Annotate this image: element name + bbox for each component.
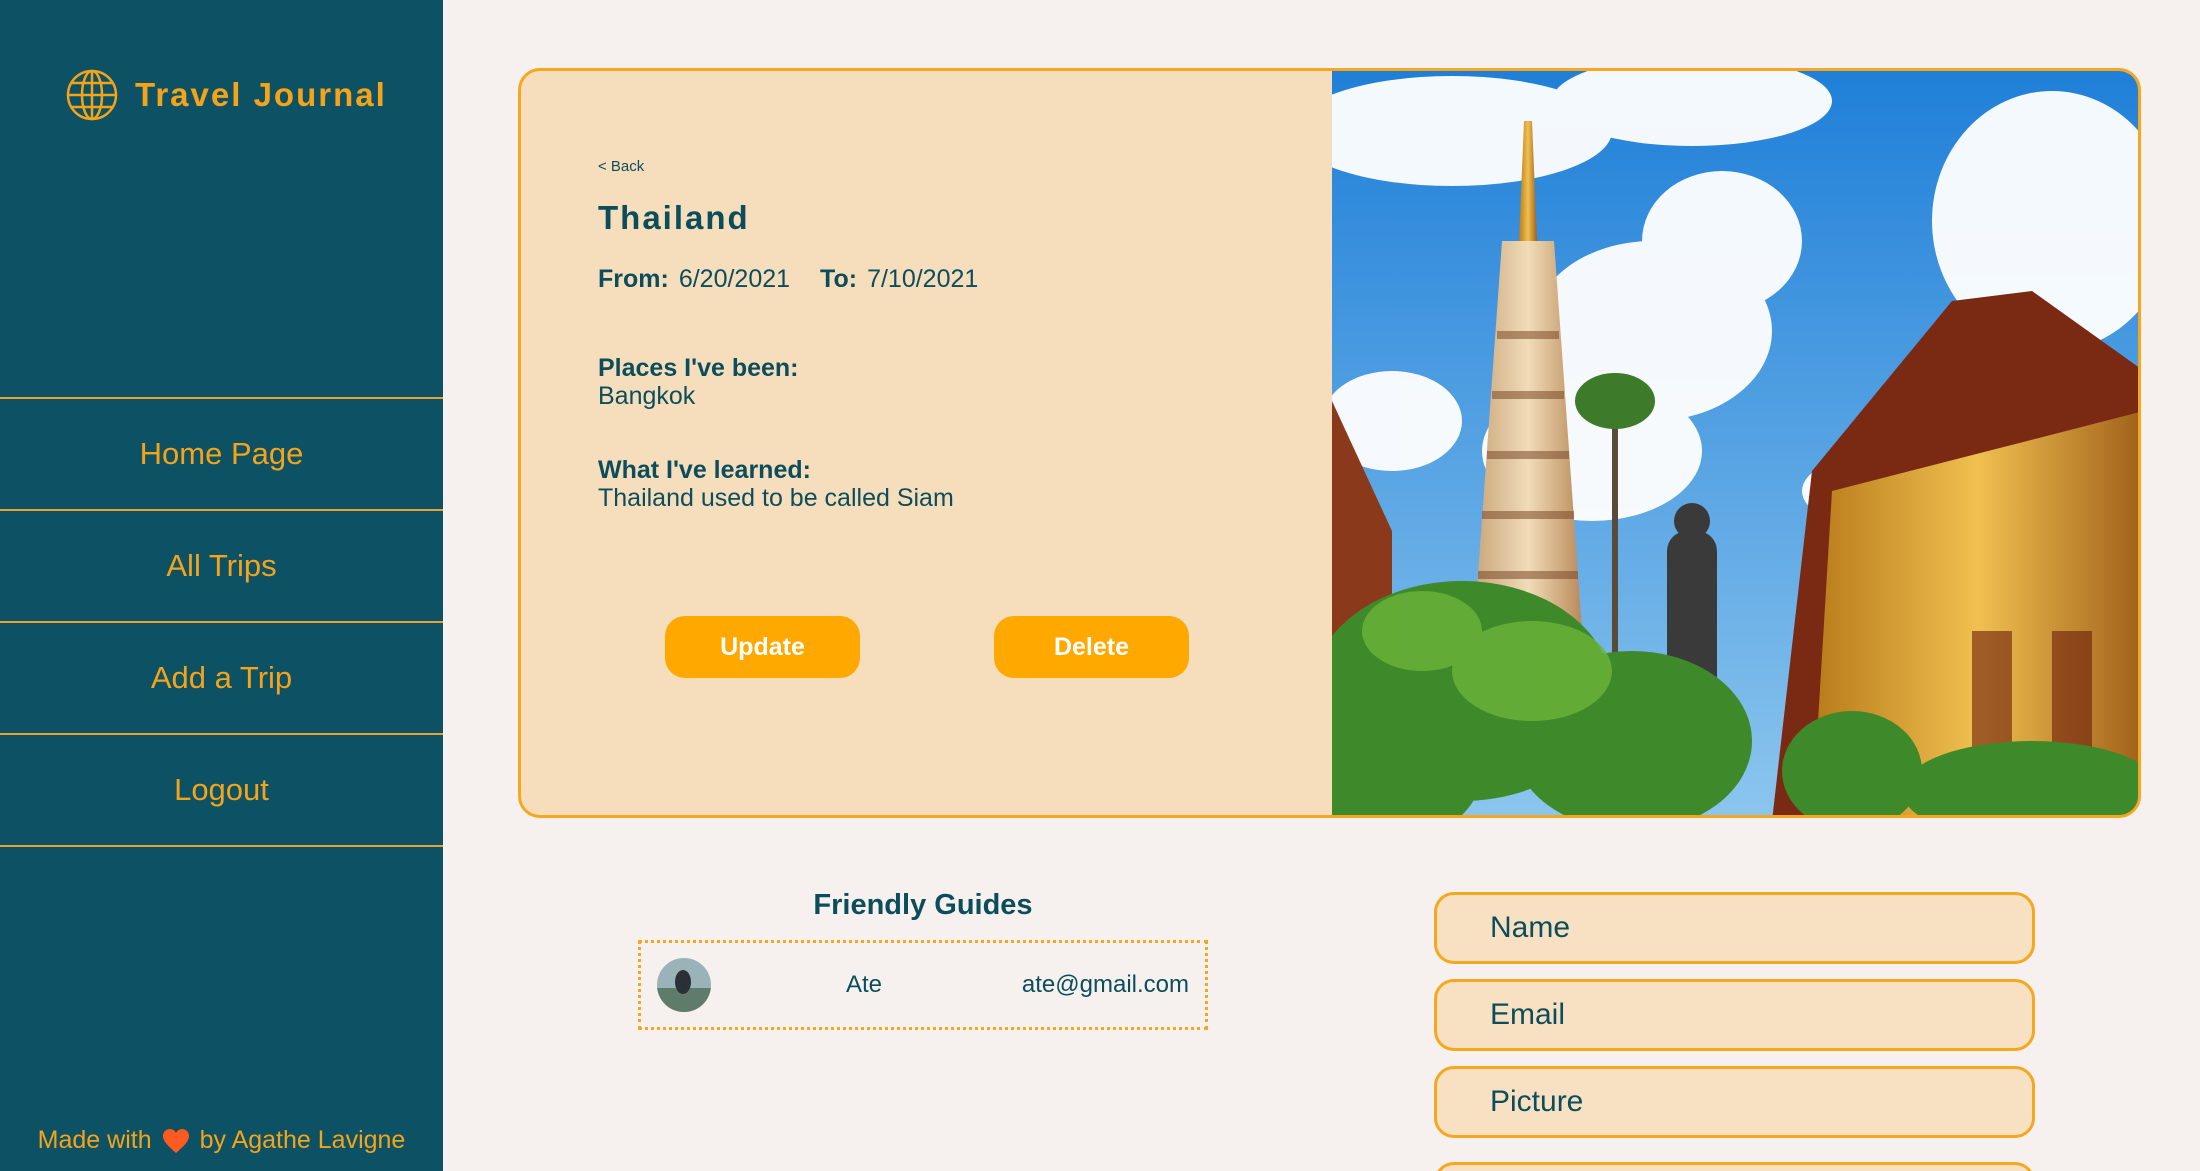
trip-card: < Back Thailand From: 6/20/2021 To: 7/10… [518,68,2141,818]
sidebar-nav: Home Page All Trips Add a Trip Logout [0,397,443,847]
learned-label: What I've learned: [598,456,811,484]
guide-name: Ate [846,971,883,998]
trip-dates: From: 6/20/2021 To: 7/10/2021 [598,265,978,294]
brand[interactable]: Travel Journal [65,68,387,122]
footer-prefix: Made with [37,1126,152,1154]
nav-item-home[interactable]: Home Page [0,399,443,511]
footer-credit: Made with by Agathe Lavigne [0,1126,443,1155]
guide-picture-input[interactable] [1434,1066,2035,1138]
globe-icon [66,69,118,121]
heart-icon [162,1128,189,1153]
learned-value: Thailand used to be called Siam [598,484,954,512]
to-label: To: [820,265,858,293]
trip-photo [1332,71,2138,815]
footer-suffix: by Agathe Lavigne [199,1126,406,1154]
trip-title: Thailand [598,199,750,236]
to-date: 7/10/2021 [867,265,979,293]
places-label: Places I've been: [598,354,799,382]
form-partial-field [1434,1162,2035,1171]
guide-row[interactable]: Ate ate@gmail.com [638,940,1208,1030]
sidebar: Travel Journal Home Page All Trips Add a… [0,0,443,1171]
trip-details: < Back Thailand From: 6/20/2021 To: 7/10… [521,71,1331,815]
guide-name-input[interactable] [1434,892,2035,964]
app-title: Travel Journal [135,76,387,113]
back-link[interactable]: < Back [598,158,644,175]
nav-item-logout[interactable]: Logout [0,735,443,847]
places-value: Bangkok [598,382,696,410]
guide-email: ate@gmail.com [1021,971,1189,998]
guides-title: Friendly Guides [813,889,1033,921]
delete-button[interactable]: Delete [994,616,1189,678]
guide-email-input[interactable] [1434,979,2035,1051]
update-button[interactable]: Update [665,616,860,678]
from-label: From: [598,265,669,293]
nav-item-all-trips[interactable]: All Trips [0,511,443,623]
from-date: 6/20/2021 [678,265,791,293]
guide-avatar [657,958,711,1012]
nav-item-add-trip[interactable]: Add a Trip [0,623,443,735]
